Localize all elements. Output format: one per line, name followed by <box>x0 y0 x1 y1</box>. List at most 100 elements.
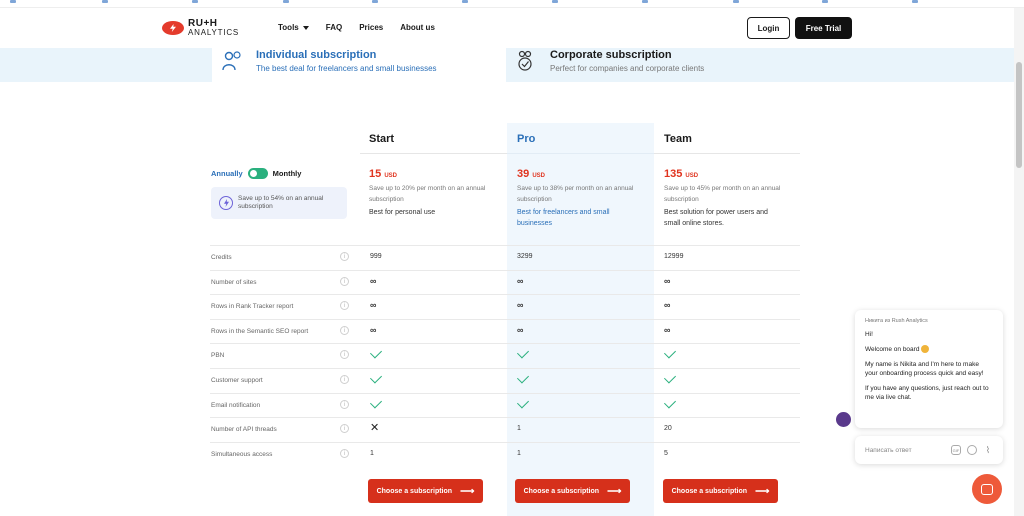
info-icon[interactable]: i <box>340 276 349 286</box>
table-row: Number of API threads i ✕ 1 20 <box>210 417 800 442</box>
price-team-value: 135 <box>664 168 683 180</box>
plan-best-team: Best solution for power users and small … <box>664 209 768 227</box>
chat-message: My name is Nikita and I'm here to make y… <box>865 361 984 377</box>
logo-eye-icon <box>162 21 184 35</box>
table-row: Number of sites i ∞ ∞ ∞ <box>210 269 800 295</box>
plan-name-pro: Pro <box>517 133 536 145</box>
info-icon[interactable]: i <box>340 325 349 335</box>
feature-label: Rows in the Semantic SEO report <box>211 327 309 335</box>
feature-value: ∞ <box>664 300 671 311</box>
table-row: Email notification i <box>210 392 800 418</box>
chat-bubble-icon <box>981 483 993 495</box>
logo-text-top: RU+H <box>188 18 218 29</box>
billing-annually-label[interactable]: Annually <box>211 169 243 178</box>
currency-label: USD <box>685 173 699 179</box>
chat-message: If you have any questions, just reach ou… <box>865 385 989 401</box>
chat-message: Hi! <box>865 331 873 338</box>
feature-value: ∞ <box>517 300 524 311</box>
chat-reply-input[interactable] <box>865 446 945 454</box>
chat-message-card: Никита из Rush Analytics Hi! Welcome on … <box>855 310 1003 428</box>
emoji-icon[interactable] <box>967 445 977 455</box>
check-icon <box>516 346 530 359</box>
paperclip-icon[interactable]: ⌇ <box>983 445 993 455</box>
check-icon <box>369 396 383 409</box>
individual-title: Individual subscription <box>256 49 377 61</box>
feature-value: ∞ <box>370 300 377 311</box>
price-start: 15 USD <box>369 168 397 180</box>
choose-subscription-pro-button[interactable]: Choose a subscription ⟶ <box>515 479 630 503</box>
nav-about[interactable]: About us <box>400 23 435 32</box>
individual-desc: The best deal for freelancers and small … <box>256 64 437 73</box>
nav-prices[interactable]: Prices <box>359 23 383 32</box>
billing-monthly-label[interactable]: Monthly <box>273 169 302 178</box>
brand-logo[interactable]: RU+H ANALYTICS <box>162 19 239 37</box>
billing-toggle-switch[interactable] <box>247 168 268 179</box>
table-row: Credits i 999 3299 12999 <box>210 245 800 270</box>
feature-value: 1 <box>517 425 521 433</box>
savings-text: Save up to 54% on an annual subscription <box>238 195 324 210</box>
arrow-right-icon: ⟶ <box>755 485 770 497</box>
feature-value: 3299 <box>517 253 533 260</box>
free-trial-button[interactable]: Free Trial <box>795 17 852 39</box>
team-check-icon <box>518 50 532 71</box>
chevron-down-icon <box>302 25 309 30</box>
subscription-type-band: Individual subscription The best deal fo… <box>0 48 1014 82</box>
info-icon[interactable]: i <box>340 424 349 434</box>
table-row: Rows in the Semantic SEO report i ∞ ∞ ∞ <box>210 318 800 344</box>
table-row: PBN i <box>210 343 800 368</box>
info-icon[interactable]: i <box>340 448 349 458</box>
nav-tools-label: Tools <box>278 23 299 32</box>
price-pro: 39 USD <box>517 168 545 180</box>
info-icon[interactable]: i <box>340 350 349 360</box>
feature-value: 1 <box>517 449 521 457</box>
feature-label: Number of API threads <box>211 426 277 434</box>
table-row: Customer support i <box>210 368 800 393</box>
check-icon <box>663 346 677 359</box>
tab-corporate-subscription[interactable]: Corporate subscription Perfect for compa… <box>506 48 800 82</box>
nav-tools[interactable]: Tools <box>278 23 309 32</box>
scrollbar-thumb[interactable] <box>1016 62 1022 168</box>
feature-value: ∞ <box>370 324 377 335</box>
info-icon[interactable]: i <box>340 375 349 384</box>
divider <box>654 153 800 154</box>
choose-subscription-start-button[interactable]: Choose a subscription ⟶ <box>368 479 483 503</box>
gif-icon[interactable]: GIF <box>951 445 961 455</box>
chat-launcher-button[interactable] <box>972 474 1002 504</box>
page-scrollbar[interactable] <box>1014 8 1024 516</box>
currency-label: USD <box>532 173 545 179</box>
table-row: Simultaneous access i 1 1 5 <box>210 441 800 467</box>
chat-reply-bar: GIF ⌇ <box>855 436 1003 464</box>
plan-best-pro: Best for freelancers and small businesse… <box>517 209 610 227</box>
price-start-value: 15 <box>369 168 382 180</box>
divider <box>360 153 507 154</box>
choose-label: Choose a subscription <box>671 487 748 495</box>
currency-label: USD <box>384 173 397 179</box>
site-header: RU+H ANALYTICS Tools FAQ Prices About us… <box>0 8 1024 48</box>
price-note-pro: Save up to 38% per month on an annual su… <box>517 185 634 203</box>
info-icon[interactable]: i <box>340 399 349 409</box>
choose-label: Choose a subscription <box>523 487 600 495</box>
feature-value: ∞ <box>517 324 524 335</box>
feature-label: Credits <box>211 254 232 261</box>
smile-emoji-icon <box>921 345 930 354</box>
divider <box>507 153 654 154</box>
annual-savings-note: Save up to 54% on an annual subscription <box>211 187 347 219</box>
arrow-right-icon: ⟶ <box>460 485 475 497</box>
price-pro-value: 39 <box>517 168 530 180</box>
info-icon[interactable]: i <box>340 301 349 311</box>
price-note-start: Save up to 20% per month on an annual su… <box>369 185 486 203</box>
login-button[interactable]: Login <box>747 17 790 39</box>
info-icon[interactable]: i <box>340 252 349 261</box>
price-note-team: Save up to 45% per month on an annual su… <box>664 185 781 203</box>
tab-individual-subscription[interactable]: Individual subscription The best deal fo… <box>212 48 506 82</box>
plan-best-start: Best for personal use <box>369 209 436 216</box>
main-nav: Tools FAQ Prices About us <box>278 23 452 32</box>
check-icon <box>516 396 530 409</box>
feature-value: 20 <box>664 425 672 433</box>
chat-message: Welcome on board <box>865 345 993 354</box>
browser-bookmark-strip <box>0 0 1024 8</box>
feature-label: Customer support <box>211 377 263 384</box>
nav-faq[interactable]: FAQ <box>326 23 342 32</box>
feature-value: ∞ <box>664 324 671 335</box>
choose-subscription-team-button[interactable]: Choose a subscription ⟶ <box>663 479 778 503</box>
